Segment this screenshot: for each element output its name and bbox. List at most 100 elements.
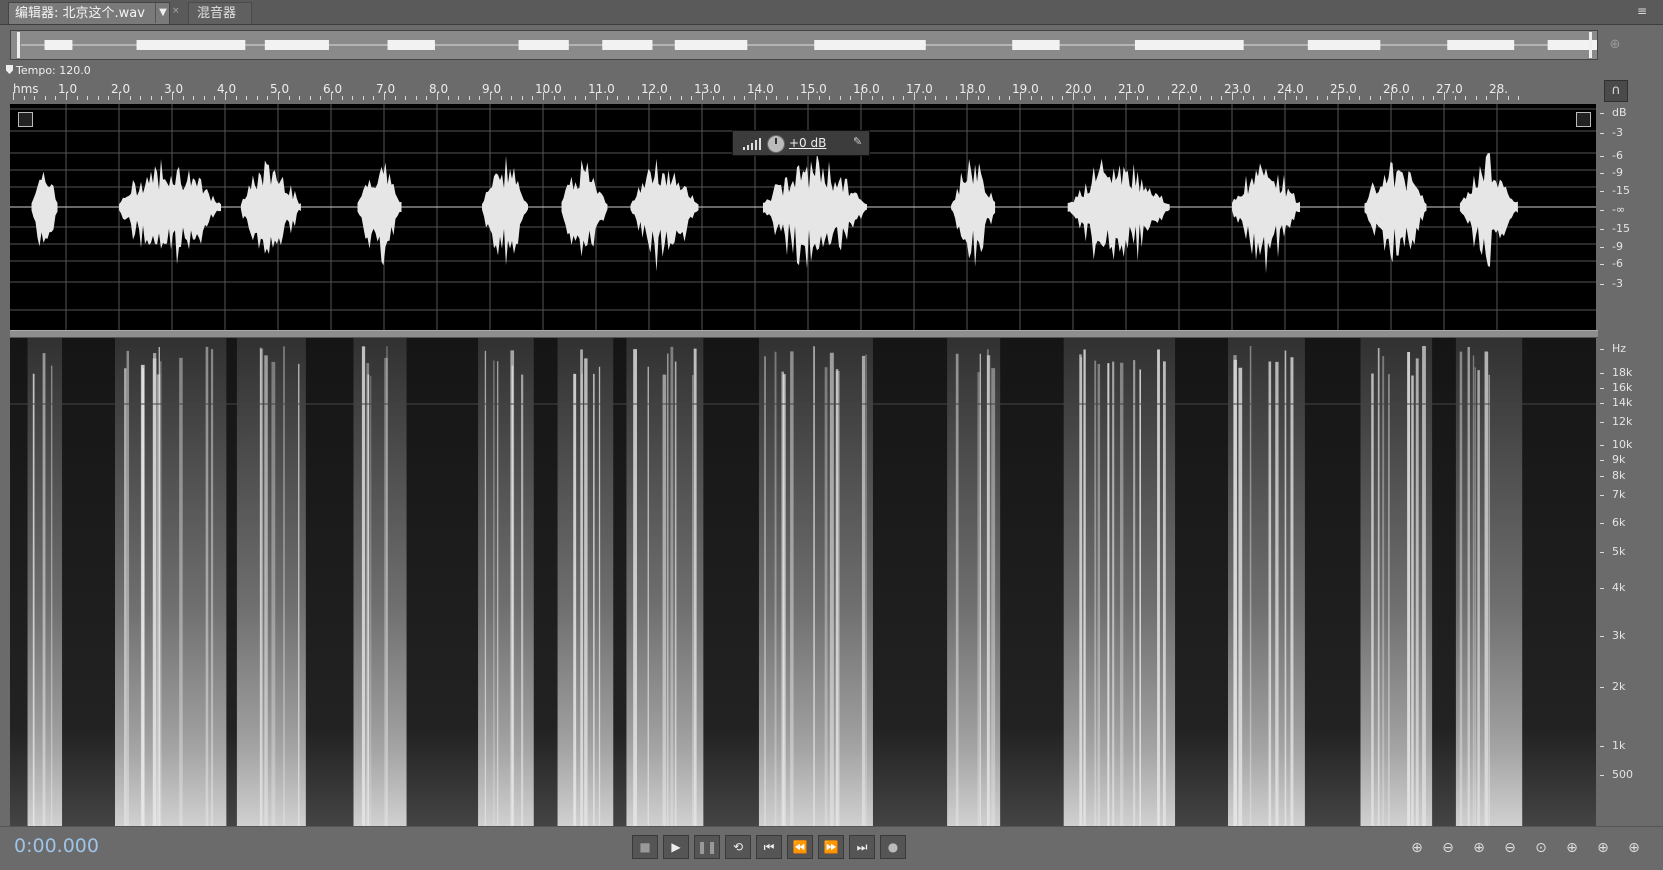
ruler-tick [1359,96,1361,100]
ruler-tick [723,96,725,100]
waveform-burst [1364,161,1427,263]
pin-icon[interactable]: ✎ [853,135,862,148]
zoom-in-left-icon[interactable]: ⊕ [1559,837,1585,859]
ruler-tick [1009,96,1011,100]
hz-scale-label: 3k [1612,629,1626,642]
ruler-tick [1327,96,1329,100]
tab-editor[interactable]: 编辑器: 北京这个.wav ▼ [8,2,170,24]
zoom-navigator-icon[interactable]: ⊕ [1606,36,1624,54]
ruler-tick-label: 2.0 [111,82,131,96]
ruler-tick [108,96,110,100]
ruler-tick [384,92,385,100]
zoom-out-amplitude-icon[interactable]: ⊖ [1435,837,1461,859]
panel-menu-icon[interactable]: ≡ [1633,3,1651,19]
view-splitter[interactable] [10,330,1598,338]
record-button[interactable]: ● [880,835,906,859]
pause-button[interactable]: ❚❚ [694,835,720,859]
ruler-tick-label: 15.0 [800,82,827,96]
waveform-burst [630,158,699,272]
db-scale-tick [1600,247,1604,248]
zoom-in-time-icon[interactable]: ⊕ [1466,837,1492,859]
db-scale-label: -3 [1612,277,1623,290]
overview-burst [44,40,73,50]
ruler-tick [1051,96,1053,100]
overview-burst [1307,40,1381,50]
volume-knob[interactable] [767,135,785,153]
ruler-tick-label: 23.0 [1224,82,1251,96]
ruler-tick [1338,92,1339,100]
fast-forward-button[interactable]: ⏩ [818,835,844,859]
file-dropdown-button[interactable]: ▼ [155,3,170,23]
fade-out-handle[interactable] [1576,112,1591,127]
overview-range-handle[interactable] [1589,32,1592,58]
ruler-tick [437,92,438,100]
ruler-tick [256,96,258,100]
db-scale-label: -6 [1612,257,1623,270]
ruler-tick [850,96,852,100]
hud-volume[interactable]: +0 dB ✎ [732,130,870,156]
ruler-tick [871,96,873,100]
stop-button[interactable]: ■ [632,835,658,859]
ruler-tick [1189,96,1191,100]
ruler-tick [1518,96,1520,100]
db-scale-tick [1600,264,1604,265]
tempo-flag-icon [6,65,13,74]
db-scale-tick [1600,156,1604,157]
amplitude-scale[interactable]: dB -3 -6 -9 -15 -∞ -15 -9 -6 -3 [1600,104,1650,330]
zoom-selection-icon[interactable]: ⊕ [1621,837,1647,859]
frequency-scale[interactable]: Hz 18k 16k 14k 12k 10k 9k 8k 7k 6k 5k 4k 3k 2k 1k 500 [1600,338,1650,826]
ruler-tick [426,96,428,100]
play-button[interactable]: ▶ [663,835,689,859]
hz-scale-label: 1k [1612,739,1626,752]
ruler-tick [1253,96,1255,100]
snap-magnet-icon[interactable]: ∩ [1604,80,1628,102]
ruler-tick [998,96,1000,100]
overview-burst [518,40,569,50]
waveform-burst [951,158,996,267]
ruler-tick [945,96,947,100]
overview-range-handle[interactable] [17,32,20,58]
overview-waveform [17,32,1597,58]
ruler-tick [1306,96,1308,100]
ruler-tick [606,96,608,100]
spectral-burst [353,338,407,826]
ruler-tick [808,92,809,100]
overview-navigator[interactable] [10,30,1598,60]
close-icon[interactable]: × [172,6,180,16]
time-ruler[interactable]: 1.0 2.0 3.0 4.0 5.0 6.0 7.0 8.0 9.0 10.0 11.0 12.0 1… [10,76,1598,100]
zoom-in-amplitude-icon[interactable]: ⊕ [1404,837,1430,859]
go-to-end-button[interactable]: ⏭ [849,835,875,859]
zoom-in-right-icon[interactable]: ⊕ [1590,837,1616,859]
db-scale-tick [1600,229,1604,230]
tab-mixer[interactable]: 混音器 [188,2,252,24]
gain-value[interactable]: +0 dB [789,136,826,150]
ruler-tick [447,96,449,100]
hz-scale-tick [1600,523,1604,524]
hz-scale-tick [1600,687,1604,688]
db-scale-label: -15 [1612,222,1630,235]
fade-in-handle[interactable] [18,112,33,127]
zoom-full-icon[interactable]: ⊙ [1528,837,1554,859]
hz-scale-label: 16k [1612,381,1633,394]
overview-burst [1134,40,1244,50]
rewind-button[interactable]: ⏪ [787,835,813,859]
go-to-start-button[interactable]: ⏮ [756,835,782,859]
ruler-tick-label: 16.0 [853,82,880,96]
ruler-tick [1507,96,1509,100]
panel-tab-bar: 编辑器: 北京这个.wav ▼ × 混音器 ≡ [0,0,1663,25]
loop-button[interactable]: ⟲ [725,835,751,859]
ruler-tick [1020,92,1021,100]
ruler-tick [649,92,650,100]
waveform-burst [357,162,402,266]
time-display[interactable]: 0:00.000 [14,835,99,857]
ruler-tick [320,96,322,100]
ruler-tick-label: 25.0 [1330,82,1357,96]
zoom-out-time-icon[interactable]: ⊖ [1497,837,1523,859]
spectral-frequency-display[interactable] [10,338,1596,826]
hz-scale-label: 500 [1612,768,1633,781]
ruler-tick [1210,96,1212,100]
ruler-tick-label: 11.0 [588,82,615,96]
ruler-tick [490,92,491,100]
ruler-tick [500,96,502,100]
ruler-tick [1454,96,1456,100]
